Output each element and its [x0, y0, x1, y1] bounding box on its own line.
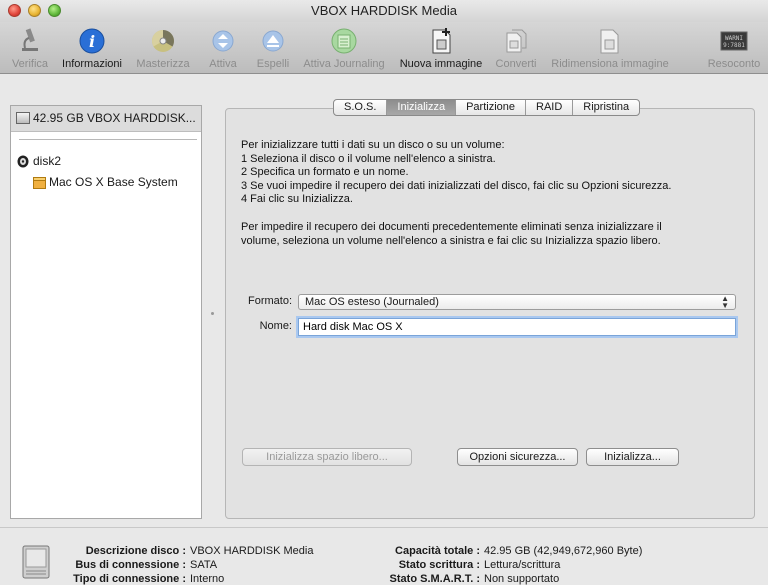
close-window-button[interactable]: [8, 4, 21, 17]
eject-icon: [262, 30, 284, 52]
erase-panel: Per inizializzare tutti i dati su un dis…: [225, 108, 755, 519]
toolbar-burn-button[interactable]: Masterizza: [134, 26, 192, 70]
info-key: Descrizione disco :: [85, 545, 186, 557]
toolbar-eject-button[interactable]: Espelli: [252, 26, 294, 70]
tab-first-aid[interactable]: S.O.S.: [334, 100, 386, 115]
info-value: SATA: [190, 559, 218, 571]
svg-text:9:7881: 9:7881: [723, 42, 745, 49]
erase-free-space-note: Per impedire il recupero dei documenti p…: [241, 221, 662, 247]
info-value: 42.95 GB (42,949,672,960 Byte): [484, 545, 643, 557]
sidebar-item-disk2[interactable]: disk2: [17, 154, 61, 168]
sidebar-item-label: Mac OS X Base System: [49, 175, 178, 189]
mount-icon: [212, 30, 234, 52]
info-value: Lettura/scrittura: [484, 559, 561, 571]
volume-name-input[interactable]: [298, 318, 736, 336]
name-label: Nome:: [259, 320, 292, 332]
toolbar: Verifica i Informazioni Masterizza Attiv…: [0, 22, 768, 74]
toolbar-mount-button[interactable]: Attiva: [204, 26, 242, 70]
tab-erase[interactable]: Inizializza: [386, 100, 456, 115]
info-value: VBOX HARDDISK Media: [190, 545, 314, 557]
info-key: Bus di connessione :: [75, 559, 186, 571]
splitter-handle[interactable]: [211, 312, 214, 315]
window-title: VBOX HARDDISK Media: [311, 3, 457, 18]
format-select[interactable]: Mac OS esteso (Journaled) ▲ ▼: [298, 294, 736, 310]
resize-icon: [600, 29, 619, 54]
sidebar-item-label: disk2: [33, 154, 62, 168]
toolbar-resize-image-button[interactable]: Ridimensiona immagine: [546, 26, 674, 70]
toolbar-journaling-button[interactable]: Attiva Journaling: [298, 26, 390, 70]
tab-raid[interactable]: RAID: [525, 100, 572, 115]
format-label: Formato:: [247, 295, 292, 307]
tab-bar: S.O.S. Inizializza Partizione RAID Ripri…: [333, 99, 641, 116]
svg-text:WARNI: WARNI: [725, 35, 743, 42]
info-icon: i: [79, 28, 105, 54]
hard-disk-icon: [22, 545, 50, 579]
info-key: Tipo di connessione :: [73, 573, 186, 585]
info-value: Non supportato: [484, 573, 560, 585]
toolbar-log-button[interactable]: WARNI 9:7881 Resoconto: [704, 26, 764, 70]
main-content: 42.95 GB VBOX HARDDISK... disk2 Mac OS X…: [0, 75, 768, 527]
tab-restore[interactable]: Ripristina: [572, 100, 639, 115]
volume-icon: [33, 177, 46, 189]
disk-info-bar: Descrizione disco : VBOX HARDDISK Media …: [0, 527, 768, 585]
format-select-value: Mac OS esteso (Journaled): [305, 296, 439, 308]
popup-arrows-icon: ▲ ▼: [721, 294, 729, 310]
erase-instructions: Per inizializzare tutti i dati su un dis…: [241, 139, 672, 206]
journal-icon: [331, 28, 357, 54]
disk-list-divider: [19, 139, 197, 140]
disk-image-icon: [17, 155, 29, 168]
security-options-button[interactable]: Opzioni sicurezza...: [457, 448, 578, 466]
tab-partition[interactable]: Partizione: [455, 100, 525, 115]
log-icon: WARNI 9:7881: [720, 31, 748, 51]
hard-disk-icon: [16, 112, 30, 124]
toolbar-new-image-button[interactable]: Nuova immagine: [396, 26, 486, 70]
erase-free-space-button[interactable]: Inizializza spazio libero...: [242, 448, 412, 466]
convert-icon: [506, 29, 527, 53]
info-key: Capacità totale :: [395, 545, 480, 557]
new-image-icon: [432, 28, 451, 54]
zoom-window-button[interactable]: [48, 4, 61, 17]
erase-button[interactable]: Inizializza...: [586, 448, 679, 466]
svg-text:i: i: [89, 32, 95, 51]
title-bar: VBOX HARDDISK Media: [0, 0, 768, 22]
sidebar-item-base-system[interactable]: Mac OS X Base System: [33, 175, 178, 189]
disk-list[interactable]: 42.95 GB VBOX HARDDISK... disk2 Mac OS X…: [10, 105, 202, 519]
disk-list-header-label: 42.95 GB VBOX HARDDISK...: [33, 111, 196, 125]
burn-icon: [152, 30, 174, 52]
toolbar-info-button[interactable]: i Informazioni: [56, 26, 128, 70]
toolbar-convert-button[interactable]: Converti: [492, 26, 540, 70]
disk-list-header[interactable]: 42.95 GB VBOX HARDDISK...: [11, 106, 201, 132]
toolbar-verify-button[interactable]: Verifica: [8, 26, 52, 70]
info-key: Stato scrittura :: [398, 559, 480, 571]
info-key: Stato S.M.A.R.T. :: [389, 573, 480, 585]
microscope-icon: [22, 28, 38, 51]
info-value: Interno: [190, 573, 225, 585]
minimize-window-button[interactable]: [28, 4, 41, 17]
